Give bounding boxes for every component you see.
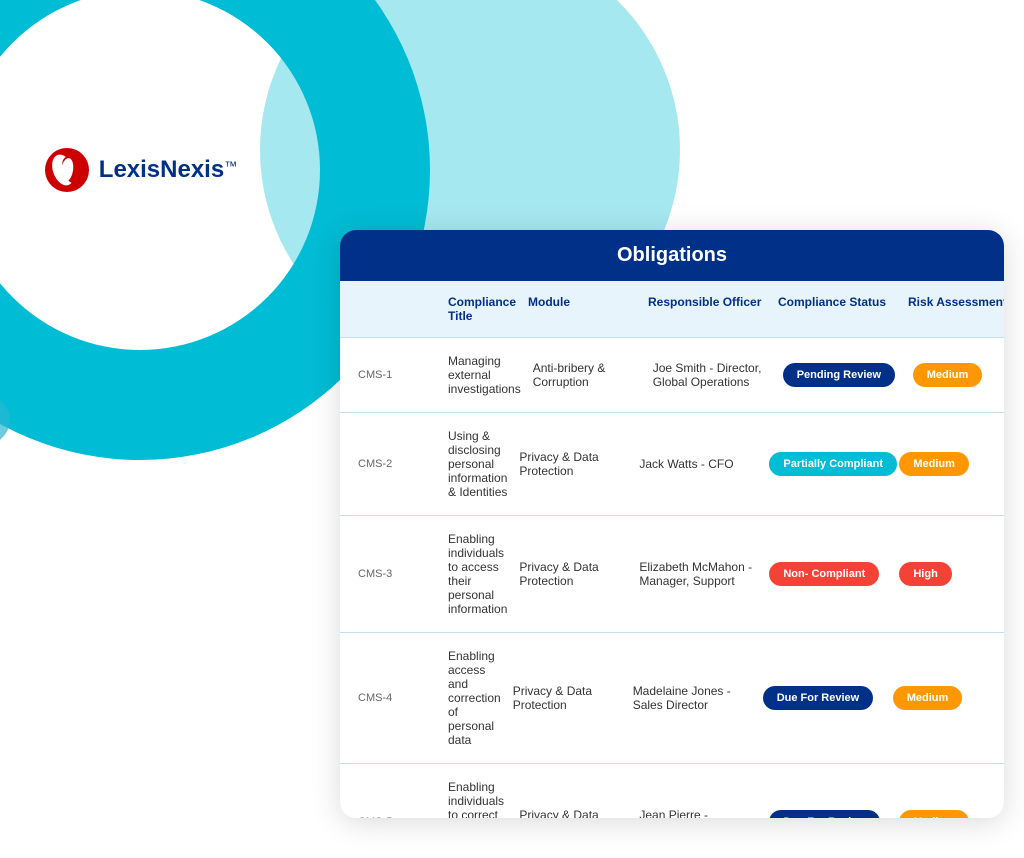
obligations-table-card: Obligations Compliance Title Module Resp… [340, 230, 1004, 818]
cell-module: Privacy & Data Protection [507, 680, 627, 716]
cell-risk: Medium [907, 359, 1004, 391]
risk-badge[interactable]: Medium [899, 810, 969, 818]
col-header-id [352, 291, 442, 327]
lexisnexis-logo-icon [43, 146, 91, 194]
cell-module: Anti-bribery & Corruption [527, 357, 647, 393]
cell-status: Due For Review [763, 806, 893, 818]
col-header-module: Module [522, 291, 642, 327]
risk-badge[interactable]: Medium [913, 363, 983, 387]
cell-id: CMS-2 [352, 454, 442, 474]
cell-officer: Madelaine Jones - Sales Director [627, 680, 757, 716]
cell-title: Managing external investigations [442, 350, 527, 400]
cell-id: CMS-1 [352, 365, 442, 385]
table-row: CMS-3 Enabling individuals to access the… [340, 516, 1004, 633]
col-header-officer: Responsible Officer [642, 291, 772, 327]
risk-badge[interactable]: High [899, 562, 951, 586]
cell-id: CMS-4 [352, 688, 442, 708]
cell-risk: High [893, 558, 1004, 590]
cell-module: Privacy & Data Protection [513, 556, 633, 592]
cell-risk: Medium [893, 448, 1004, 480]
cell-officer: Jean Pierre - Manager [633, 804, 763, 818]
table-row: CMS-5 Enabling individuals to correct th… [340, 764, 1004, 818]
cell-status: Pending Review [777, 359, 907, 391]
cell-status: Due For Review [757, 682, 887, 714]
blob-decoration-2 [0, 390, 10, 450]
col-header-title: Compliance Title [442, 291, 522, 327]
status-badge[interactable]: Due For Review [769, 810, 880, 818]
cell-status: Non- Compliant [763, 558, 893, 590]
table-row: CMS-1 Managing external investigations A… [340, 338, 1004, 413]
status-badge[interactable]: Pending Review [783, 363, 895, 387]
circle-inner: LexisNexis™ [0, 0, 320, 350]
cell-officer: Joe Smith - Director, Global Operations [647, 357, 777, 393]
cell-title: Enabling individuals to correct their pe… [442, 776, 513, 818]
status-badge[interactable]: Non- Compliant [769, 562, 879, 586]
cell-module: Privacy & Data Protection [513, 446, 633, 482]
status-badge[interactable]: Due For Review [763, 686, 874, 710]
cell-title: Using & disclosing personal information … [442, 425, 513, 503]
scene: LexisNexis™ Obligations Compliance Title… [0, 0, 1024, 858]
status-badge[interactable]: Partially Compliant [769, 452, 897, 476]
logo-text: LexisNexis™ [99, 156, 237, 184]
cell-id: CMS-5 [352, 812, 442, 818]
table-title: Obligations [340, 230, 1004, 281]
col-header-risk: Risk Assessment [902, 291, 1004, 327]
cell-officer: Jack Watts - CFO [633, 453, 763, 475]
table-row: CMS-2 Using & disclosing personal inform… [340, 413, 1004, 516]
cell-id: CMS-3 [352, 564, 442, 584]
cell-status: Partially Compliant [763, 448, 893, 480]
table-body: CMS-1 Managing external investigations A… [340, 338, 1004, 818]
logo-container: LexisNexis™ [43, 146, 237, 194]
cell-risk: Medium [887, 682, 1004, 714]
table-row: CMS-4 Enabling access and correction of … [340, 633, 1004, 764]
risk-badge[interactable]: Medium [893, 686, 963, 710]
cell-module: Privacy & Data Protection [513, 804, 633, 818]
cell-title: Enabling individuals to access their per… [442, 528, 513, 620]
cell-title: Enabling access and correction of person… [442, 645, 507, 751]
risk-badge[interactable]: Medium [899, 452, 969, 476]
col-header-status: Compliance Status [772, 291, 902, 327]
cell-officer: Elizabeth McMahon - Manager, Support [633, 556, 763, 592]
cell-risk: Medium [893, 806, 1004, 818]
column-headers: Compliance Title Module Responsible Offi… [340, 281, 1004, 338]
